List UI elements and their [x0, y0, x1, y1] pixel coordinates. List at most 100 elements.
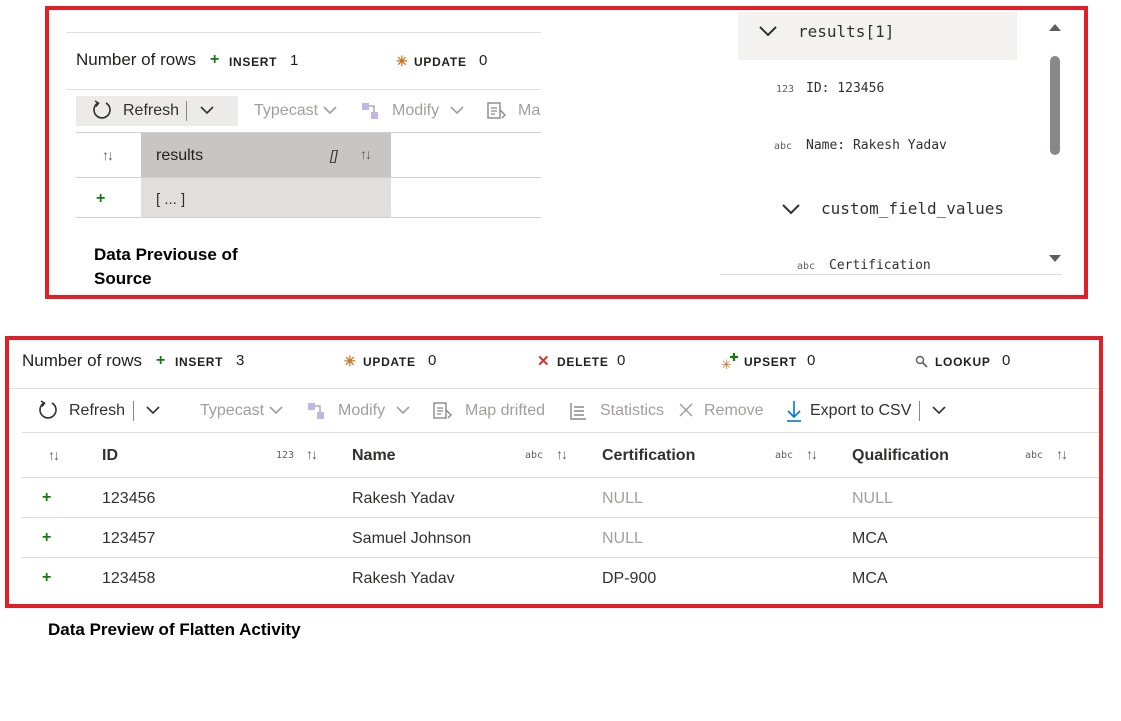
update-count: 0: [479, 52, 488, 69]
column-header-name[interactable]: Name: [352, 447, 396, 465]
statistics-icon: [568, 401, 588, 421]
stats-bottom-border: [9, 388, 1099, 389]
toolbar-divider: [186, 101, 187, 121]
name-field: Name: Rakesh Yadav: [806, 138, 947, 153]
update-icon: ✳: [344, 353, 356, 369]
sort-icon[interactable]: ↑↓: [806, 446, 818, 462]
chevron-down-icon: [322, 104, 338, 116]
insert-label: INSERT: [229, 55, 278, 69]
string-type-icon: abc: [525, 450, 544, 461]
insert-row-icon: +: [42, 529, 52, 546]
chevron-down-icon: [268, 404, 284, 416]
map-drifted-button[interactable]: Ma: [518, 102, 540, 120]
cell-certification: NULL: [602, 530, 643, 547]
svg-text:✳: ✳: [721, 358, 732, 371]
toolbar-divider: [919, 401, 920, 421]
source-caption-line1: Data Previouse of: [94, 245, 238, 264]
chevron-down-icon: [395, 404, 411, 416]
modify-button[interactable]: Modify: [338, 402, 385, 420]
chevron-down-icon[interactable]: [199, 104, 215, 116]
refresh-button[interactable]: Refresh: [69, 402, 125, 420]
statistics-button[interactable]: Statistics: [600, 402, 664, 420]
chevron-down-icon: [449, 104, 465, 116]
row-divider: [22, 517, 1099, 518]
cell-id: 123456: [102, 490, 156, 507]
upsert-icon: ✳: [721, 351, 741, 371]
refresh-icon[interactable]: [37, 399, 59, 421]
upsert-label: UPSERT: [744, 355, 797, 369]
chevron-down-icon[interactable]: [758, 24, 778, 38]
close-icon: [678, 402, 694, 418]
array-type-icon: []: [330, 147, 338, 163]
source-caption-line2: Source: [94, 269, 152, 288]
scrollbar-thumb[interactable]: [1050, 56, 1060, 155]
cell-name: Samuel Johnson: [352, 530, 472, 547]
chevron-down-icon[interactable]: [931, 404, 947, 416]
string-type-icon: abc: [797, 261, 816, 272]
map-drifted-button[interactable]: Map drifted: [465, 402, 545, 420]
chevron-down-icon[interactable]: [145, 404, 161, 416]
rows-count-label: Number of rows: [22, 351, 142, 370]
cell-qualification: MCA: [852, 570, 888, 587]
insert-row-icon: +: [42, 569, 52, 586]
cell-certification: DP-900: [602, 570, 657, 587]
cell-id: 123457: [102, 530, 156, 547]
cell-qualification: NULL: [852, 490, 893, 507]
insert-count: 3: [236, 352, 245, 369]
id-field: ID: 123456: [806, 81, 885, 96]
refresh-label: Refresh: [123, 102, 180, 119]
typecast-button[interactable]: Typecast: [254, 102, 318, 120]
flatten-caption: Data Preview of Flatten Activity: [48, 620, 301, 639]
toolbar-divider: [133, 401, 134, 421]
export-csv-button[interactable]: Export to CSV: [810, 402, 911, 420]
sort-icon[interactable]: ↑↓: [1056, 446, 1068, 462]
cell-certification: NULL: [602, 490, 643, 507]
column-header-certification[interactable]: Certification: [602, 447, 695, 465]
insert-row-icon: +: [42, 489, 52, 506]
update-count: 0: [428, 352, 437, 369]
chevron-down-icon[interactable]: [781, 202, 801, 216]
grid-header-border: [22, 477, 1099, 478]
number-type-icon: 123: [776, 84, 795, 95]
flatten-preview-frame: [5, 336, 1103, 608]
results-cell-value: [ ... ]: [156, 191, 186, 208]
results-column-label: results: [156, 147, 204, 164]
typecast-button[interactable]: Typecast: [200, 402, 264, 420]
remove-button[interactable]: Remove: [704, 402, 764, 420]
upsert-count: 0: [807, 352, 816, 369]
tree-bottom-border: [720, 274, 1062, 275]
refresh-icon: [91, 99, 113, 121]
sort-icon[interactable]: ↑↓: [48, 447, 60, 463]
modify-icon: [360, 101, 380, 121]
map-drifted-icon: [432, 400, 454, 422]
download-icon: [786, 400, 802, 422]
cell-qualification: MCA: [852, 530, 888, 547]
custom-field-values-node: custom_field_values: [821, 199, 1005, 218]
update-label: UPDATE: [414, 55, 467, 69]
string-type-icon: abc: [1025, 450, 1044, 461]
insert-label: INSERT: [175, 355, 224, 369]
lookup-label: LOOKUP: [935, 355, 991, 369]
insert-row-icon: +: [96, 190, 106, 207]
number-type-icon: 123: [276, 450, 295, 461]
column-header-id[interactable]: ID: [102, 447, 118, 465]
lookup-count: 0: [1002, 352, 1011, 369]
update-label: UPDATE: [363, 355, 416, 369]
scroll-down-arrow[interactable]: [1048, 254, 1062, 264]
rows-count-label: Number of rows: [76, 50, 196, 69]
sort-icon[interactable]: ↑↓: [306, 446, 318, 462]
string-type-icon: abc: [774, 141, 793, 152]
insert-icon: +: [156, 352, 166, 369]
certification-field: Certification: [829, 258, 931, 273]
sort-icon[interactable]: ↑↓: [102, 147, 114, 163]
sort-icon[interactable]: ↑↓: [556, 446, 568, 462]
modify-icon: [306, 401, 326, 421]
scroll-up-arrow[interactable]: [1048, 22, 1062, 32]
column-header-qualification[interactable]: Qualification: [852, 447, 949, 465]
insert-icon: +: [210, 51, 220, 68]
update-icon: ✳: [396, 53, 408, 69]
results-node-label: results[1]: [798, 22, 895, 41]
grid-top-border: [22, 432, 1099, 433]
sort-icon[interactable]: ↑↓: [360, 146, 372, 162]
modify-button[interactable]: Modify: [392, 102, 439, 120]
